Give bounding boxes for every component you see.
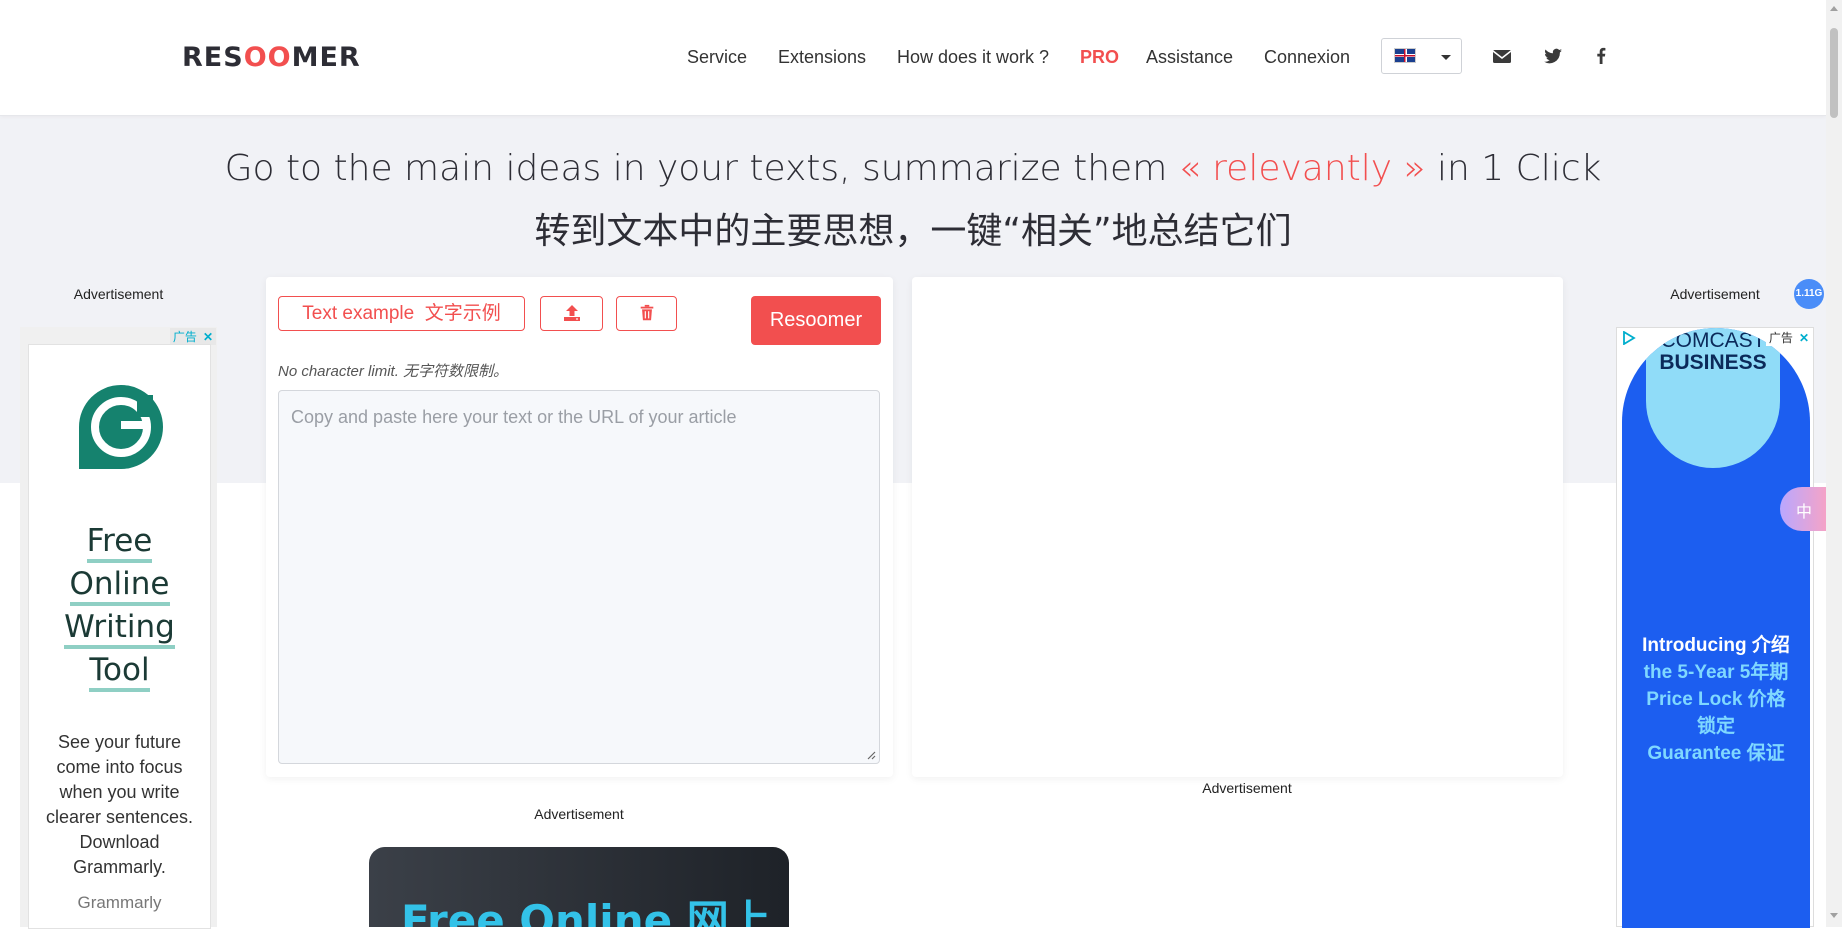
nav-service[interactable]: Service (687, 47, 747, 68)
clear-button[interactable] (616, 296, 677, 331)
scroll-thumb[interactable] (1830, 28, 1838, 118)
ad-label-left: Advertisement (73, 286, 164, 302)
extension-badge[interactable]: 1.11G (1794, 279, 1824, 309)
twitter-icon[interactable] (1542, 46, 1564, 66)
ad-label-center: Advertisement (1202, 780, 1292, 796)
translate-float-button[interactable]: 中 (1780, 487, 1826, 531)
hero-headline-cn: 转到文本中的主要思想，一键“相关”地总结它们 (534, 211, 1292, 252)
ad-chip-right[interactable]: 广告 ✕ (1765, 329, 1812, 346)
character-limit-note: No character limit. 无字符数限制。 (278, 363, 509, 380)
ad-left-brand: Grammarly (77, 893, 162, 912)
scroll-up-arrow-icon[interactable] (1830, 6, 1838, 11)
upload-button[interactable] (540, 296, 603, 331)
uk-flag-icon (1394, 48, 1416, 63)
nav-how-it-works[interactable]: How does it work ? (897, 47, 1049, 68)
caret-down-icon (1441, 55, 1451, 60)
ad-left-body: See your future come into focus when you… (45, 732, 194, 877)
resoomer-logo[interactable]: RESOOMER (182, 42, 361, 73)
close-icon[interactable]: ✕ (1796, 331, 1812, 345)
text-example-button[interactable]: Text example 文字示例 (278, 296, 525, 331)
language-select[interactable] (1381, 38, 1462, 74)
ad-label-bottom: Advertisement (534, 806, 624, 822)
text-input-placeholder: Copy and paste here your text or the URL… (291, 407, 737, 427)
comcast-logo: COMCAST BUSINESS (1659, 329, 1767, 374)
ad-right-copy: Introducing 介绍 the 5-Year 5年期 Price Lock… (1642, 635, 1790, 764)
ad-bottom[interactable]: Free Online 网上 (369, 847, 789, 927)
resize-handle-icon[interactable] (866, 750, 876, 760)
ad-left-headline: Free Online Writing Tool (29, 520, 210, 692)
envelope-icon[interactable] (1491, 46, 1513, 66)
site-header: RESOOMER Service Extensions How does it … (0, 0, 1826, 116)
scroll-down-arrow-icon[interactable] (1830, 913, 1838, 918)
ad-right-content: COMCAST BUSINESS Introducing 介绍 the 5-Ye… (1622, 328, 1810, 928)
facebook-icon[interactable] (1590, 46, 1612, 66)
upload-icon (564, 305, 580, 321)
comcast-badge: COMCAST BUSINESS (1646, 328, 1780, 468)
editor-panel: Text example 文字示例 Resoomer No character … (266, 277, 893, 777)
text-input[interactable]: Copy and paste here your text or the URL… (278, 390, 880, 764)
ad-bottom-text: Free Online 网上 (401, 896, 771, 927)
ad-label-right: Advertisement (1670, 286, 1760, 302)
adchoices-icon[interactable] (1622, 331, 1636, 345)
ad-chip[interactable]: 广告 ✕ (169, 328, 216, 345)
close-icon[interactable]: ✕ (200, 330, 216, 344)
ad-left-content: Free Online Writing Tool See your future… (28, 344, 211, 929)
nav-pro[interactable]: PRO (1080, 47, 1119, 68)
page-scrollbar[interactable] (1826, 0, 1842, 927)
resoomer-submit-button[interactable]: Resoomer (751, 296, 881, 345)
ad-right[interactable]: COMCAST BUSINESS Introducing 介绍 the 5-Ye… (1616, 327, 1814, 928)
nav-extensions[interactable]: Extensions (778, 47, 866, 68)
nav-connexion[interactable]: Connexion (1264, 47, 1350, 68)
nav-assistance[interactable]: Assistance (1146, 47, 1233, 68)
grammarly-logo-icon (79, 385, 163, 469)
ad-left[interactable]: 广告 ✕ Free Online Writing Tool See your fu… (20, 327, 217, 929)
hero-headline: Go to the main ideas in your texts, summ… (224, 148, 1602, 189)
trash-icon (640, 304, 654, 321)
result-panel (912, 277, 1563, 777)
